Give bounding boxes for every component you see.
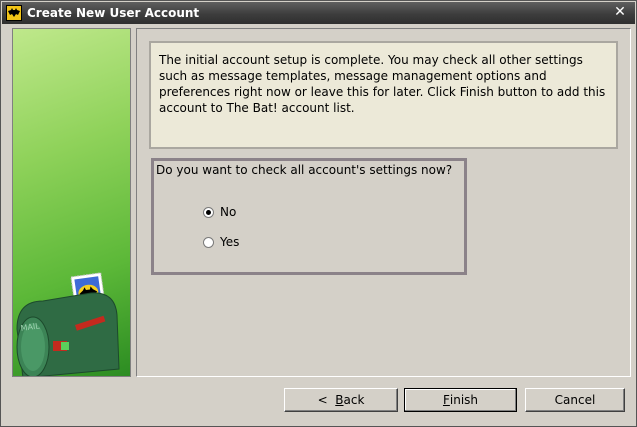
back-button[interactable]: < Back [284,388,398,412]
back-button-rest: ack [343,393,365,407]
back-button-accel: B [335,393,344,407]
radio-no-indicator[interactable] [203,206,214,218]
radio-no[interactable]: No [203,205,236,219]
question-label: Do you want to check all account's setti… [156,163,453,177]
back-button-prefix: < [317,393,336,407]
bat-icon [6,5,22,21]
wizard-side-image: MAIL [12,28,131,377]
radio-no-label: No [220,205,237,219]
title-bar: Create New User Account ✕ [2,2,635,24]
info-message: The initial account setup is complete. Y… [149,41,618,149]
close-icon[interactable]: ✕ [611,4,629,21]
radio-yes-label: Yes [220,235,240,249]
window-title: Create New User Account [27,6,200,20]
wizard-content: The initial account setup is complete. Y… [136,28,631,377]
wizard-window: Create New User Account ✕ MAIL The initi… [0,0,637,427]
finish-button-accel: F [442,393,450,407]
radio-yes-indicator[interactable] [203,236,214,248]
mailbox-illustration: MAIL [16,272,120,376]
radio-yes[interactable]: Yes [203,235,239,249]
finish-button[interactable]: Finish [404,388,517,412]
finish-button-rest: inish [449,393,479,407]
settings-question-group: Do you want to check all account's setti… [151,158,467,275]
cancel-button[interactable]: Cancel [525,388,625,412]
